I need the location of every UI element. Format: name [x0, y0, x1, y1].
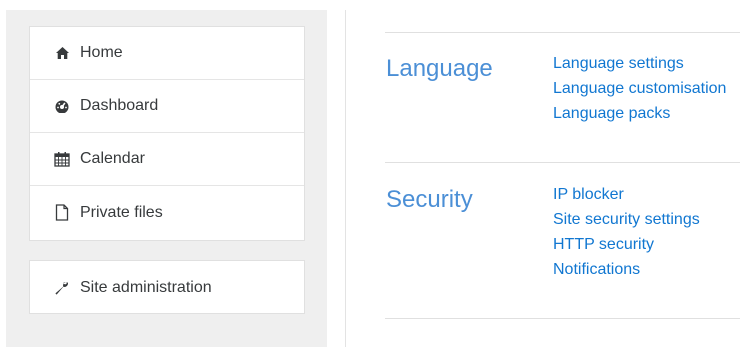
calendar-icon: [52, 149, 72, 169]
link-notifications[interactable]: Notifications: [553, 257, 700, 282]
sidebar-item-label: Private files: [80, 203, 163, 221]
link-language-packs[interactable]: Language packs: [553, 101, 726, 126]
sidebar-item-label: Home: [80, 44, 123, 61]
section-divider: [385, 32, 740, 33]
sidebar-item-calendar[interactable]: Calendar: [30, 133, 304, 186]
section-title-security: Security: [386, 186, 473, 213]
sidebar-item-label: Site administration: [80, 278, 212, 296]
sidebar-item-dashboard[interactable]: Dashboard: [30, 80, 304, 133]
section-divider: [385, 318, 740, 319]
sidebar: Home Dashboard Calendar Private files Si…: [6, 10, 327, 347]
admin-nav: Site administration: [29, 260, 305, 314]
language-links: Language settings Language customisation…: [553, 51, 726, 126]
sidebar-item-private-files[interactable]: Private files: [30, 186, 304, 239]
column-divider: [345, 10, 346, 347]
dashboard-icon: [52, 96, 72, 116]
link-site-security-settings[interactable]: Site security settings: [553, 207, 700, 232]
link-ip-blocker[interactable]: IP blocker: [553, 182, 700, 207]
wrench-icon: [52, 278, 72, 298]
section-divider: [385, 162, 740, 163]
link-http-security[interactable]: HTTP security: [553, 232, 700, 257]
security-links: IP blocker Site security settings HTTP s…: [553, 182, 700, 282]
sidebar-item-home[interactable]: Home: [30, 27, 304, 80]
file-icon: [52, 203, 72, 223]
link-language-customisation[interactable]: Language customisation: [553, 76, 726, 101]
home-icon: [52, 43, 72, 63]
sidebar-item-label: Dashboard: [80, 97, 159, 114]
page: Home Dashboard Calendar Private files Si…: [0, 0, 740, 347]
sidebar-item-site-administration[interactable]: Site administration: [30, 261, 304, 314]
main-nav: Home Dashboard Calendar Private files: [29, 26, 305, 241]
link-language-settings[interactable]: Language settings: [553, 51, 726, 76]
sidebar-item-label: Calendar: [80, 150, 145, 167]
section-title-language: Language: [386, 55, 493, 82]
